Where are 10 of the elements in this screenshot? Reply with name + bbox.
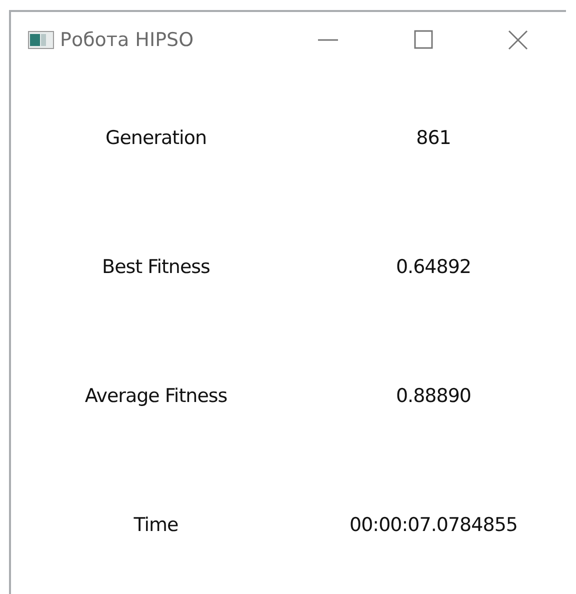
app-icon (28, 31, 54, 49)
stat-value: 861 (415, 126, 452, 150)
stat-label: Average Fitness (84, 384, 228, 408)
stat-label: Best Fitness (101, 254, 211, 280)
stat-value: 0.88890 (394, 384, 472, 408)
window-title: Робота HIPSO (60, 29, 195, 51)
stat-label: Time (132, 512, 180, 538)
stat-value: 0.64892 (394, 254, 472, 280)
stat-value: 00:00:07.0784855 (348, 512, 518, 538)
stat-label: Generation (104, 126, 208, 150)
